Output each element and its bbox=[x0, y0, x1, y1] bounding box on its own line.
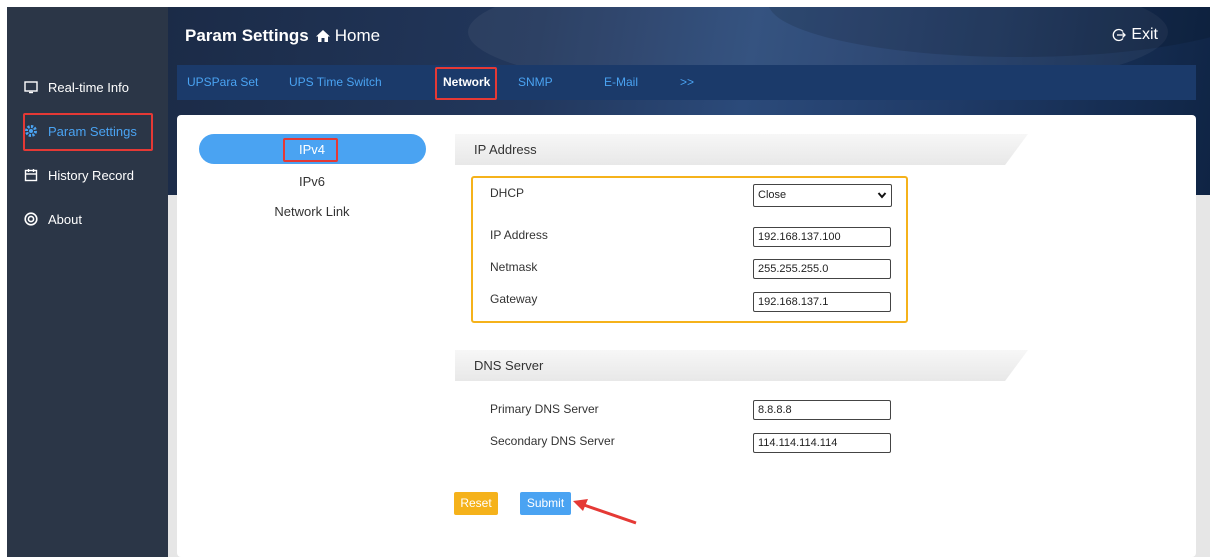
dhcp-select-value: Close bbox=[758, 189, 787, 201]
sidebar-item-real-time-info[interactable]: Real-time Info bbox=[8, 73, 142, 101]
exit-label: Exit bbox=[1131, 26, 1158, 43]
tab-more[interactable]: >> bbox=[680, 65, 694, 100]
exit-button[interactable]: Exit bbox=[1112, 26, 1158, 44]
dns-server-section-header: DNS Server bbox=[455, 350, 1028, 381]
ip-address-section-header: IP Address bbox=[455, 134, 1028, 165]
gear-icon bbox=[24, 124, 38, 138]
arrow-annotation-icon bbox=[573, 499, 637, 525]
highlight-box-ipv4 bbox=[283, 138, 338, 162]
secondary-dns-input[interactable]: 114.114.114.114 bbox=[753, 433, 891, 453]
tab-ups-time-switch[interactable]: UPS Time Switch bbox=[289, 65, 382, 100]
primary-dns-input[interactable]: 8.8.8.8 bbox=[753, 400, 891, 420]
submit-button[interactable]: Submit bbox=[520, 492, 571, 515]
dhcp-label: DHCP bbox=[490, 186, 525, 200]
highlight-box-network-tab bbox=[435, 67, 497, 100]
sidebar-item-label: History Record bbox=[48, 167, 134, 183]
info-circle-icon bbox=[24, 212, 38, 226]
sidebar-item-about[interactable]: About bbox=[8, 205, 142, 233]
netmask-label: Netmask bbox=[490, 260, 538, 274]
tab-email[interactable]: E-Mail bbox=[604, 65, 638, 100]
gateway-label: Gateway bbox=[490, 292, 538, 306]
chevron-down-icon bbox=[877, 185, 887, 214]
secondary-dns-label: Secondary DNS Server bbox=[490, 434, 615, 448]
page-title-text: Param Settings bbox=[185, 26, 309, 45]
dhcp-select[interactable]: Close bbox=[753, 184, 892, 207]
sidebar-item-history-record[interactable]: History Record bbox=[8, 161, 142, 189]
tab-bar: UPSPara Set UPS Time Switch Network SNMP… bbox=[177, 65, 1196, 100]
subnav-network-link[interactable]: Network Link bbox=[242, 204, 382, 219]
sidebar-item-label: About bbox=[48, 211, 82, 227]
tab-upspara-set[interactable]: UPSPara Set bbox=[187, 65, 258, 100]
ip-address-input[interactable]: 192.168.137.100 bbox=[753, 227, 891, 247]
sidebar-item-label: Real-time Info bbox=[48, 79, 129, 95]
ip-address-label: IP Address bbox=[490, 228, 548, 242]
monitor-icon bbox=[24, 80, 38, 94]
home-link[interactable]: Home bbox=[335, 26, 380, 46]
sidebar-item-param-settings[interactable]: Param Settings bbox=[8, 117, 142, 145]
exit-icon bbox=[1112, 28, 1127, 42]
home-icon[interactable] bbox=[315, 29, 331, 43]
page-title: Param Settings Home bbox=[185, 26, 380, 46]
gateway-input[interactable]: 192.168.137.1 bbox=[753, 292, 891, 312]
reset-button[interactable]: Reset bbox=[454, 492, 498, 515]
primary-dns-label: Primary DNS Server bbox=[490, 402, 599, 416]
sidebar-item-label: Param Settings bbox=[48, 123, 137, 139]
subnav-ipv6[interactable]: IPv6 bbox=[242, 174, 382, 189]
netmask-input[interactable]: 255.255.255.0 bbox=[753, 259, 891, 279]
tab-snmp[interactable]: SNMP bbox=[518, 65, 553, 100]
calendar-icon bbox=[24, 168, 38, 182]
